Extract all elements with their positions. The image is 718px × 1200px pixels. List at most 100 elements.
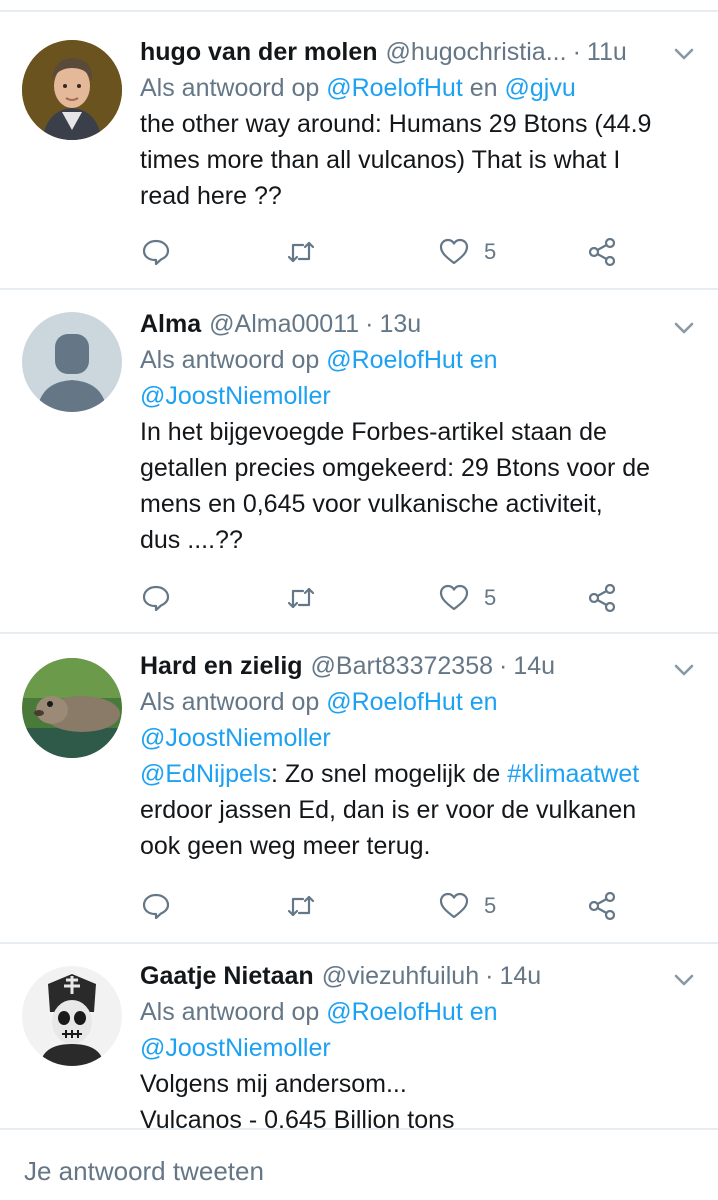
display-name[interactable]: Gaatje Nietaan <box>140 958 314 994</box>
share-button[interactable] <box>586 886 618 926</box>
avatar-photo <box>22 658 122 758</box>
separator-dot: · <box>485 962 494 990</box>
tweet-text-line: mens en 0,645 voor vulkanische activitei… <box>140 490 603 518</box>
mention-link[interactable]: @JoostNiemoller <box>140 1034 331 1062</box>
mention-link[interactable]: @JoostNiemoller <box>140 382 331 410</box>
display-name[interactable]: hugo van der molen <box>140 34 378 70</box>
avatar[interactable] <box>22 658 122 758</box>
tweet-actions: 5 <box>140 232 640 272</box>
share-button[interactable] <box>586 232 618 272</box>
top-divider <box>0 0 718 12</box>
like-count: 5 <box>484 585 497 610</box>
reply-button[interactable] <box>140 886 172 926</box>
more-options-button[interactable] <box>670 966 698 994</box>
tweet-text-line: erdoor jassen Ed, dan is er voor de vulk… <box>140 796 637 824</box>
avatar[interactable] <box>22 312 122 412</box>
chevron-down-icon <box>674 322 694 334</box>
tweet-text-line: Volgens mij andersom... <box>140 1070 407 1098</box>
chevron-down-icon <box>674 664 694 676</box>
reply-context: Als antwoord op @RoelofHut en @JoostNiem… <box>140 684 696 756</box>
share-icon <box>588 891 616 921</box>
mention-link[interactable]: @JoostNiemoller <box>140 724 331 752</box>
reply-join: en <box>462 346 498 374</box>
timestamp[interactable]: 11u <box>587 34 627 70</box>
timestamp[interactable]: 14u <box>513 648 555 684</box>
compose-reply-bar[interactable]: Je antwoord tweeten <box>0 1128 718 1200</box>
retweet-button[interactable] <box>285 578 317 618</box>
retweet-button[interactable] <box>285 232 317 272</box>
tweet-text-line: In het bijgevoegde Forbes-artikel staan … <box>140 418 607 446</box>
reply-feed[interactable]: hugo van der molen @hugochristia... · 11… <box>0 12 718 1128</box>
reply-join: en <box>462 998 498 1026</box>
display-name[interactable]: Hard en zielig <box>140 648 303 684</box>
tweet-item[interactable]: hugo van der molen @hugochristia... · 11… <box>0 12 718 290</box>
hashtag-link[interactable]: #klimaatwet <box>507 760 639 788</box>
separator-dot: · <box>499 652 508 680</box>
more-options-button[interactable] <box>670 40 698 68</box>
timestamp[interactable]: 13u <box>379 306 421 342</box>
reply-prefix: Als antwoord op <box>140 346 327 374</box>
tweet-text-line: ook geen weg meer terug. <box>140 832 431 860</box>
tweet-text-line: dus ....?? <box>140 526 243 554</box>
display-name[interactable]: Alma <box>140 306 201 342</box>
mention-link[interactable]: @RoelofHut <box>326 74 463 102</box>
separator-dot: · <box>572 38 581 66</box>
like-button[interactable]: 5 <box>438 886 496 926</box>
tweet-header: Hard en zielig @Bart83372358 · 14u <box>140 648 696 684</box>
tweet-text-line: : Zo snel mogelijk de <box>270 760 508 788</box>
separator-dot: · <box>365 310 374 338</box>
share-button[interactable] <box>586 578 618 618</box>
retweet-icon <box>287 587 315 609</box>
tweet-text: Volgens mij andersom... Vulcanos - 0,645… <box>140 1066 696 1128</box>
more-options-button[interactable] <box>670 656 698 684</box>
heart-icon <box>439 238 469 265</box>
user-handle[interactable]: @viezuhfuiluh <box>322 958 479 994</box>
mention-link[interactable]: @gjvu <box>504 74 575 102</box>
reply-context: Als antwoord op @RoelofHut en @JoostNiem… <box>140 994 696 1066</box>
like-count: 5 <box>484 239 497 264</box>
tweet-text-line: getallen precies omgekeerd: 29 Btons voo… <box>140 454 651 482</box>
reply-prefix: Als antwoord op <box>140 998 327 1026</box>
reply-context: Als antwoord op @RoelofHut en @gjvu <box>140 70 696 106</box>
more-options-button[interactable] <box>670 314 698 342</box>
reply-prefix: Als antwoord op <box>140 74 327 102</box>
tweet-text: @EdNijpels: Zo snel mogelijk de #klimaat… <box>140 756 696 864</box>
mention-link[interactable]: @EdNijpels <box>140 760 271 788</box>
user-handle[interactable]: @Bart83372358 <box>311 648 493 684</box>
reply-context: Als antwoord op @RoelofHut en @JoostNiem… <box>140 342 696 414</box>
user-handle[interactable]: @Alma00011 <box>209 306 359 342</box>
tweet-item[interactable]: Gaatje Nietaan @viezuhfuiluh · 14u Als a… <box>0 944 718 1128</box>
tweet-header: Gaatje Nietaan @viezuhfuiluh · 14u <box>140 958 696 994</box>
reply-icon <box>142 239 170 266</box>
user-handle[interactable]: @hugochristia... <box>386 34 567 70</box>
tweet-actions: 5 <box>140 886 640 926</box>
tweet-text-line: Vulcanos - 0,645 Billion tons <box>140 1106 455 1128</box>
compose-reply-input[interactable]: Je antwoord tweeten <box>24 1156 264 1187</box>
retweet-icon <box>287 895 315 917</box>
reply-icon <box>142 585 170 612</box>
share-icon <box>588 237 616 267</box>
retweet-button[interactable] <box>285 886 317 926</box>
reply-button[interactable] <box>140 232 172 272</box>
mention-link[interactable]: @RoelofHut <box>326 688 463 716</box>
like-button[interactable]: 5 <box>438 232 496 272</box>
avatar[interactable] <box>22 40 122 140</box>
tweet-item[interactable]: Alma @Alma00011 · 13u Als antwoord op @R… <box>0 290 718 634</box>
chevron-down-icon <box>674 48 694 60</box>
tweet-header: hugo van der molen @hugochristia... · 11… <box>140 34 696 70</box>
chevron-down-icon <box>674 974 694 986</box>
avatar[interactable] <box>22 966 122 1066</box>
reply-icon <box>142 893 170 920</box>
tweet-item[interactable]: Hard en zielig @Bart83372358 · 14u Als a… <box>0 634 718 944</box>
tweet-text: the other way around: Humans 29 Btons (4… <box>140 106 696 214</box>
reply-button[interactable] <box>140 578 172 618</box>
mention-link[interactable]: @RoelofHut <box>326 998 463 1026</box>
tweet-actions: 5 <box>140 578 640 618</box>
retweet-icon <box>287 241 315 263</box>
timestamp[interactable]: 14u <box>499 958 541 994</box>
share-icon <box>588 583 616 613</box>
reply-join: en <box>462 688 498 716</box>
like-button[interactable]: 5 <box>438 578 496 618</box>
mention-link[interactable]: @RoelofHut <box>326 346 463 374</box>
tweet-text-line: times more than all vulcanos) That is wh… <box>140 146 621 174</box>
